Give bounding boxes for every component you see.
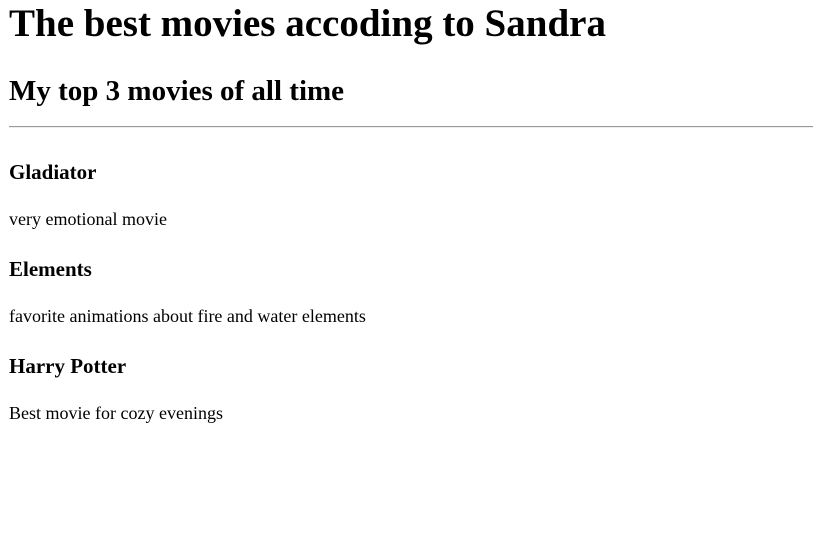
- movie-title-gladiator: Gladiator: [9, 160, 97, 184]
- movie-description-gladiator: very emotional movie: [9, 209, 167, 229]
- movie-title-elements: Elements: [9, 257, 92, 281]
- page: The best movies accoding to Sandra My to…: [0, 0, 822, 552]
- divider: [9, 126, 813, 128]
- movie-title-harry-potter: Harry Potter: [9, 354, 127, 378]
- movie-description-elements: favorite animations about fire and water…: [9, 306, 366, 326]
- page-subtitle: My top 3 movies of all time: [9, 75, 345, 107]
- movie-description-harry-potter: Best movie for cozy evenings: [9, 403, 223, 423]
- page-title: The best movies accoding to Sandra: [9, 2, 606, 45]
